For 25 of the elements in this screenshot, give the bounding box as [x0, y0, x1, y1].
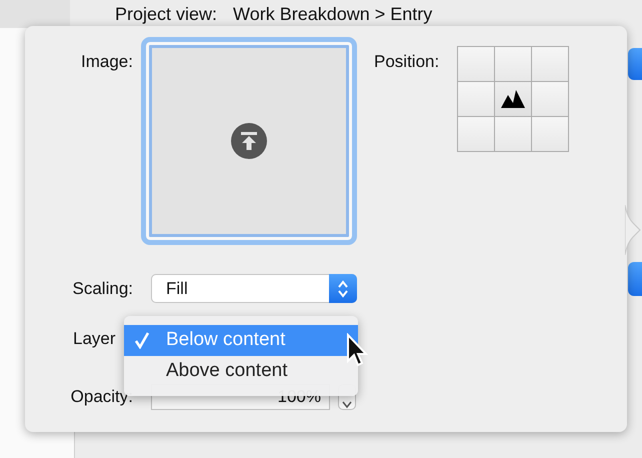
position-cell[interactable] — [495, 117, 532, 151]
mouse-pointer-icon — [346, 333, 368, 369]
upload-icon — [231, 123, 267, 159]
chevron-down-icon — [342, 400, 352, 408]
position-cell[interactable] — [495, 82, 532, 116]
position-cell[interactable] — [532, 82, 568, 116]
scaling-dropdown[interactable]: Fill — [151, 274, 357, 303]
image-drop-well[interactable] — [141, 37, 357, 245]
button[interactable] — [628, 262, 642, 296]
position-cell[interactable] — [458, 117, 494, 151]
position-cell[interactable] — [458, 82, 494, 116]
field-label: Layer — [72, 328, 117, 350]
position-cell[interactable] — [495, 47, 532, 81]
position-cell[interactable] — [532, 117, 568, 151]
mountain-icon — [500, 89, 526, 109]
field-label: Project view: — [115, 3, 218, 26]
stepper-arrows-icon — [337, 278, 349, 298]
field-label: Position: — [374, 51, 440, 73]
field-label: Opacity: — [70, 386, 133, 408]
position-cell[interactable] — [532, 47, 568, 81]
button[interactable] — [628, 48, 642, 80]
breadcrumb-text: Work Breakdown > Entry — [233, 3, 432, 26]
position-cell[interactable] — [458, 47, 494, 81]
field-label: Image: — [80, 51, 133, 73]
field-label: Scaling: — [72, 278, 133, 300]
